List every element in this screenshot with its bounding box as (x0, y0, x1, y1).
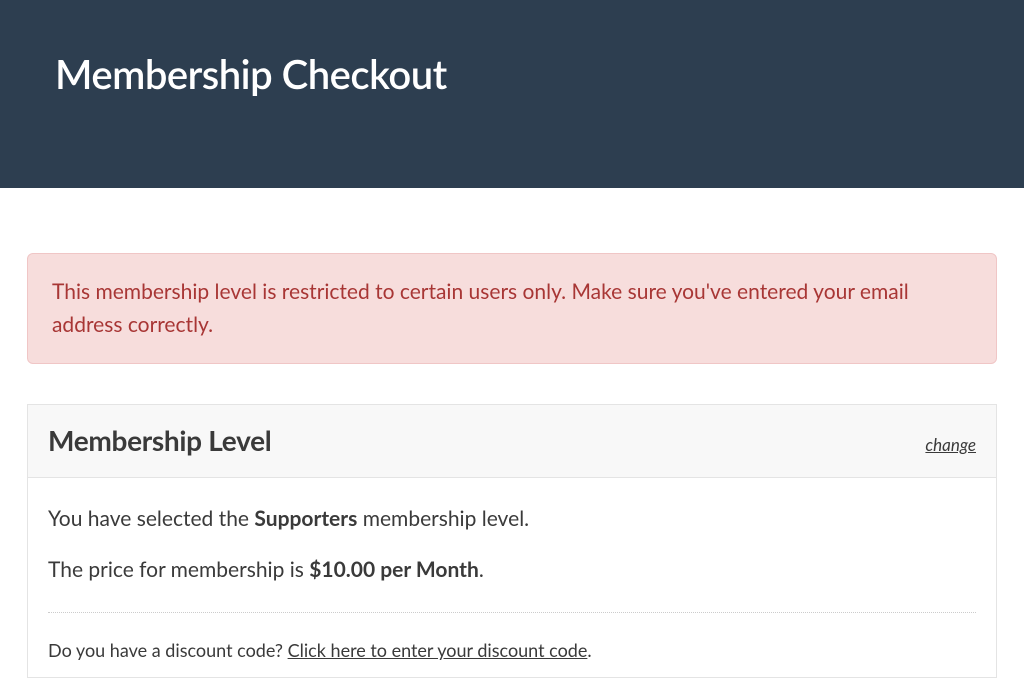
separator (48, 612, 976, 613)
section-title: Membership Level (48, 423, 271, 457)
page-title: Membership Checkout (55, 50, 969, 98)
price-prefix: The price for membership is (48, 557, 309, 582)
price-suffix: . (479, 557, 484, 582)
selected-level-line: You have selected the Supporters members… (48, 506, 976, 531)
restriction-alert-text: This membership level is restricted to c… (52, 279, 909, 337)
discount-prompt: Do you have a discount code? (48, 639, 288, 661)
selected-level-name: Supporters (254, 506, 357, 531)
restriction-alert: This membership level is restricted to c… (27, 253, 997, 364)
selected-suffix: membership level. (357, 506, 529, 531)
selected-prefix: You have selected the (48, 506, 254, 531)
section-body: You have selected the Supporters members… (28, 478, 996, 677)
discount-suffix: . (587, 639, 591, 661)
section-header: Membership Level change (28, 405, 996, 478)
membership-level-section: Membership Level change You have selecte… (27, 404, 997, 678)
page-header: Membership Checkout (0, 0, 1024, 188)
main-container: This membership level is restricted to c… (27, 188, 997, 678)
price-value: $10.00 per Month (309, 557, 479, 582)
discount-line: Do you have a discount code? Click here … (48, 639, 976, 667)
price-line: The price for membership is $10.00 per M… (48, 557, 976, 582)
discount-code-link[interactable]: Click here to enter your discount code (288, 639, 588, 661)
change-level-link[interactable]: change (925, 434, 976, 455)
